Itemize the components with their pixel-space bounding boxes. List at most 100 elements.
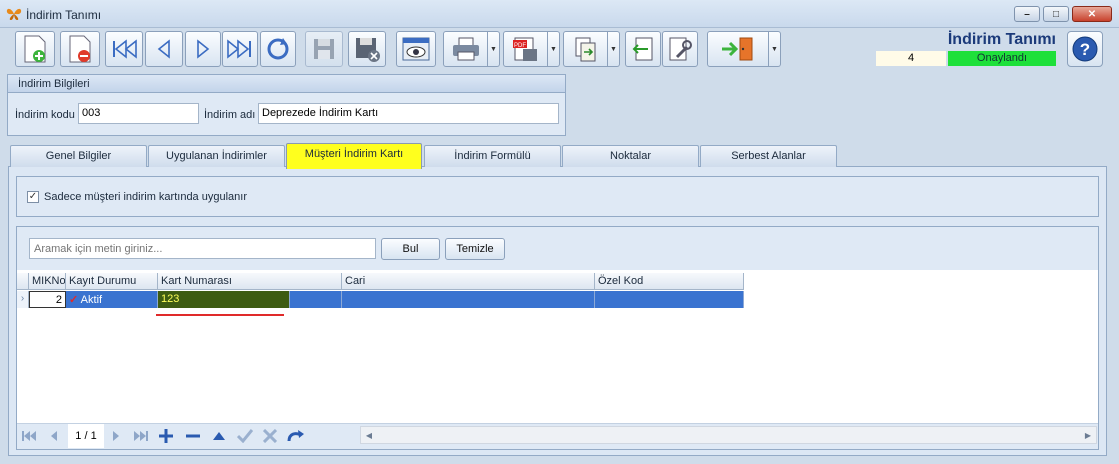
chevron-down-icon: ▼	[771, 45, 778, 53]
last-record-button[interactable]	[222, 31, 258, 67]
cell-cari[interactable]	[342, 291, 595, 308]
pdf-button[interactable]: PDF	[503, 31, 548, 67]
first-icon	[22, 431, 36, 441]
horizontal-scrollbar[interactable]: ◀ ▶	[360, 426, 1097, 444]
maximize-button[interactable]: □	[1043, 6, 1069, 22]
row-indicator-header	[17, 273, 29, 290]
import-button[interactable]	[625, 31, 661, 67]
exit-dropdown-button[interactable]: ▼	[769, 31, 781, 67]
prev-record-icon	[157, 39, 170, 59]
new-doc-icon	[24, 35, 46, 63]
cell-special-code[interactable]	[595, 291, 744, 308]
help-icon: ?	[1072, 36, 1098, 62]
delete-button[interactable]	[60, 31, 100, 67]
nav-cancel-button[interactable]	[260, 426, 280, 446]
nav-remove-button[interactable]	[183, 426, 203, 446]
next-icon	[113, 431, 119, 441]
search-input[interactable]	[29, 238, 376, 259]
refresh-button[interactable]	[260, 31, 296, 67]
window-title: İndirim Tanımı	[26, 8, 102, 22]
scroll-right-icon[interactable]: ▶	[1080, 427, 1096, 443]
first-record-icon	[113, 39, 137, 59]
help-button[interactable]: ?	[1067, 31, 1103, 67]
settings-icon	[669, 37, 692, 61]
minimize-icon: –	[1024, 8, 1030, 20]
new-button[interactable]	[15, 31, 55, 67]
export-icon	[575, 37, 595, 62]
scroll-left-icon[interactable]: ◀	[361, 427, 377, 443]
save-button[interactable]	[305, 31, 343, 67]
first-record-button[interactable]	[105, 31, 143, 67]
prev-icon	[51, 431, 57, 441]
refresh-icon	[267, 38, 289, 60]
pdf-dropdown-button[interactable]: ▼	[548, 31, 560, 67]
highlight-underline	[156, 314, 284, 316]
column-header-mikno[interactable]: MIKNo	[29, 273, 66, 290]
exit-button[interactable]	[707, 31, 769, 67]
refresh-icon	[287, 430, 304, 442]
print-dropdown-button[interactable]: ▼	[488, 31, 500, 67]
discount-name-field[interactable]: Deprezede İndirim Kartı	[258, 103, 559, 124]
nav-prev-button[interactable]	[44, 426, 64, 446]
only-card-checkbox[interactable]: ✓	[27, 191, 39, 203]
last-icon	[134, 431, 148, 441]
save-close-button[interactable]	[348, 31, 386, 67]
nav-next-button[interactable]	[106, 426, 126, 446]
document-title: İndirim Tanımı	[947, 31, 1056, 48]
column-header-status[interactable]: Kayıt Durumu	[66, 273, 158, 290]
tab-points[interactable]: Noktalar	[562, 145, 699, 167]
nav-confirm-button[interactable]	[235, 426, 255, 446]
next-record-icon	[197, 39, 210, 59]
row-indicator[interactable]: ›	[17, 291, 29, 308]
export-dropdown-button[interactable]: ▼	[608, 31, 620, 67]
pdf-export-icon: PDF	[512, 37, 537, 61]
next-record-button[interactable]	[185, 31, 221, 67]
save-close-icon	[356, 38, 380, 62]
cross-icon	[263, 429, 277, 443]
nav-refresh-button[interactable]	[286, 426, 306, 446]
close-icon: ✕	[1087, 8, 1097, 20]
column-header-card-number[interactable]: Kart Numarası	[158, 273, 342, 290]
tab-applied-discounts[interactable]: Uygulanan İndirimler	[148, 145, 285, 167]
print-icon	[452, 37, 479, 61]
tab-general[interactable]: Genel Bilgiler	[10, 145, 147, 167]
prev-record-button[interactable]	[145, 31, 183, 67]
info-group-title: İndirim Bilgileri	[7, 74, 566, 93]
svg-text:PDF: PDF	[514, 43, 526, 49]
settings-button[interactable]	[662, 31, 698, 67]
clear-button[interactable]: Temizle	[445, 238, 505, 260]
only-card-label: Sadece müşteri indirim kartında uygulanı…	[44, 191, 247, 203]
nav-first-button[interactable]	[19, 426, 39, 446]
minimize-button[interactable]: –	[1014, 6, 1040, 22]
tab-customer-discount-card[interactable]: Müşteri İndirim Kartı	[286, 143, 422, 169]
print-button[interactable]	[443, 31, 488, 67]
cell-mikno[interactable]: 2	[29, 291, 66, 308]
preview-button[interactable]	[396, 31, 436, 67]
chevron-down-icon: ▼	[610, 45, 617, 53]
discount-name-label: İndirim adı	[204, 109, 256, 121]
find-button[interactable]: Bul	[381, 238, 440, 260]
cell-card-number-rest	[290, 291, 342, 308]
triangle-up-icon	[213, 432, 225, 440]
cell-card-number[interactable]: 123	[158, 291, 290, 308]
chevron-down-icon: ▼	[550, 45, 557, 53]
record-number: 4	[876, 51, 946, 66]
column-header-special-code[interactable]: Özel Kod	[595, 273, 744, 290]
nav-edit-button[interactable]	[209, 426, 229, 446]
checkmark-icon: ✓	[69, 294, 79, 306]
cell-status-text: Aktif	[80, 294, 103, 306]
window-titlebar	[0, 0, 1119, 28]
exit-icon	[722, 37, 753, 61]
import-icon	[632, 37, 653, 61]
column-header-cari[interactable]: Cari	[342, 273, 595, 290]
discount-code-field[interactable]: 003	[78, 103, 199, 124]
minus-icon	[186, 434, 200, 438]
cell-status[interactable]: ✓ Aktif	[66, 291, 158, 308]
close-window-button[interactable]: ✕	[1072, 6, 1112, 22]
nav-add-button[interactable]	[156, 426, 176, 446]
tab-free-fields[interactable]: Serbest Alanlar	[700, 145, 837, 167]
export-button[interactable]	[563, 31, 608, 67]
tab-discount-formula[interactable]: İndirim Formülü	[424, 145, 561, 167]
nav-last-button[interactable]	[131, 426, 151, 446]
butterfly-app-icon	[6, 8, 22, 20]
